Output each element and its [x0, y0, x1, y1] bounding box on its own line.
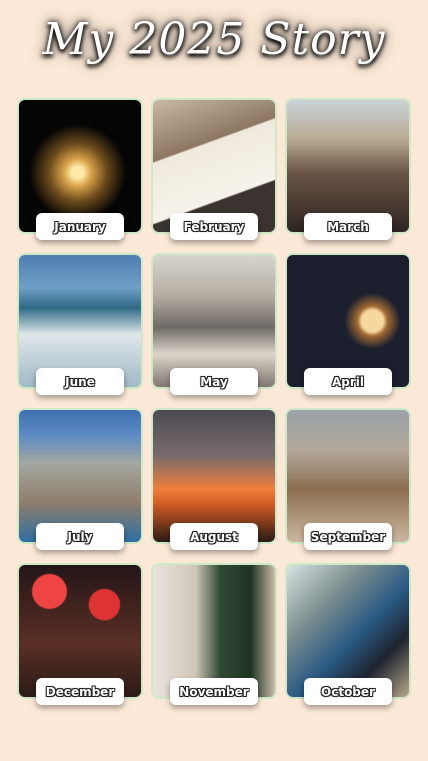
month-label: February [170, 213, 258, 240]
page-title: My 2025 Story [42, 14, 386, 65]
tile-november[interactable]: November [151, 563, 277, 705]
month-label: January [36, 213, 124, 240]
month-photo-grid: January February March June May April Ju… [17, 98, 411, 705]
tile-june[interactable]: June [17, 253, 143, 395]
tile-april[interactable]: April [285, 253, 411, 395]
month-label: October [304, 678, 392, 705]
month-label: August [170, 523, 258, 550]
month-label: May [170, 368, 258, 395]
month-label: April [304, 368, 392, 395]
month-label: March [304, 213, 392, 240]
tile-september[interactable]: September [285, 408, 411, 550]
tile-december[interactable]: December [17, 563, 143, 705]
month-label: November [170, 678, 258, 705]
tile-august[interactable]: August [151, 408, 277, 550]
month-label: September [304, 523, 392, 550]
tile-february[interactable]: February [151, 98, 277, 240]
tile-july[interactable]: July [17, 408, 143, 550]
tile-october[interactable]: October [285, 563, 411, 705]
month-label: July [36, 523, 124, 550]
tile-january[interactable]: January [17, 98, 143, 240]
tile-march[interactable]: March [285, 98, 411, 240]
month-label: June [36, 368, 124, 395]
month-label: December [36, 678, 124, 705]
tile-may[interactable]: May [151, 253, 277, 395]
